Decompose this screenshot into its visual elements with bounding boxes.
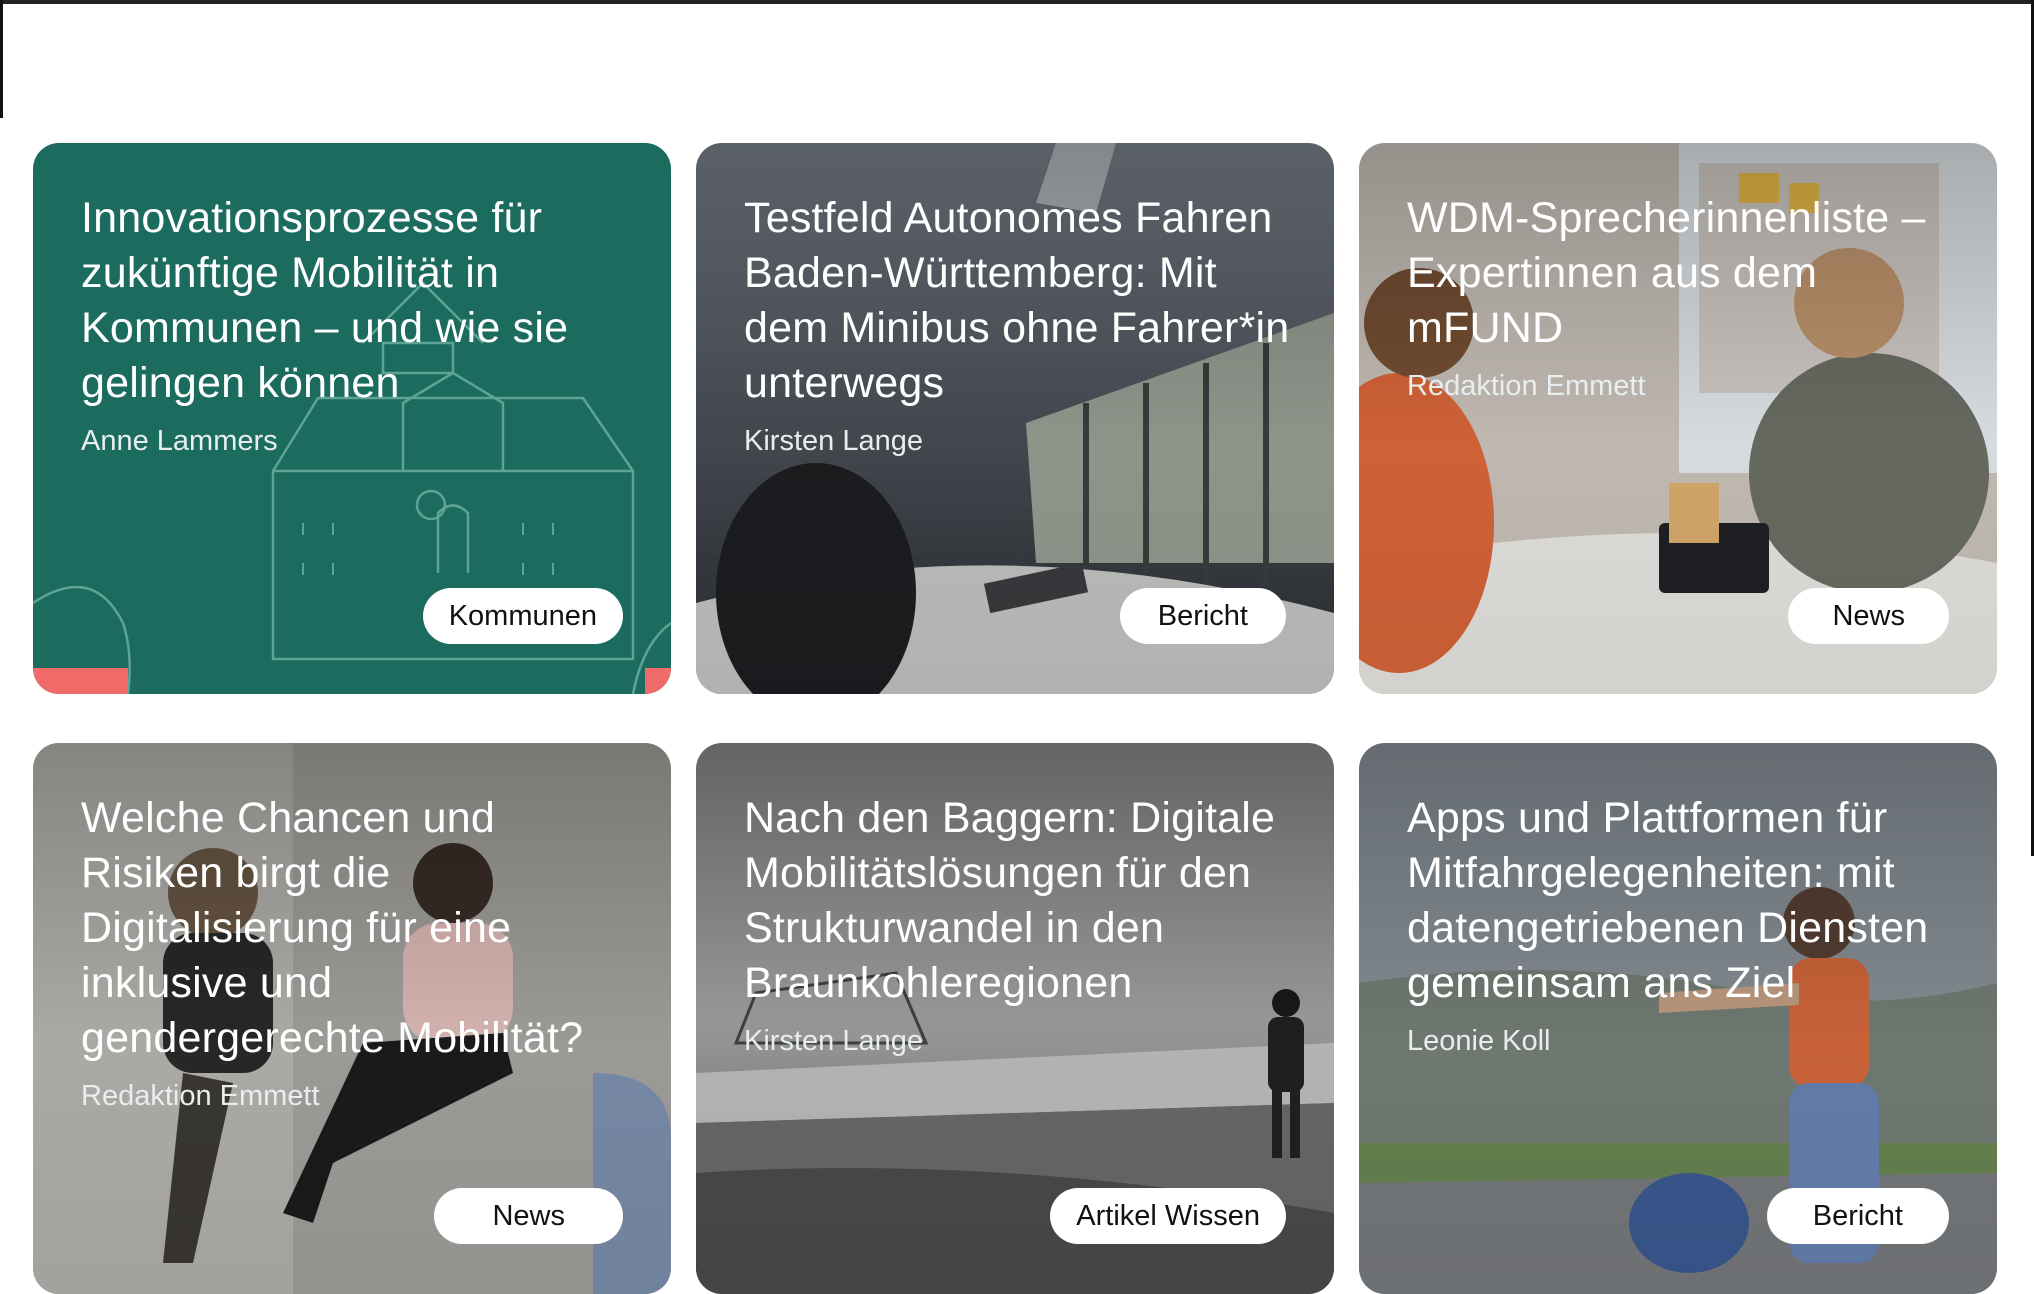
card-title[interactable]: WDM-Sprecherinnenliste – Expertinnen aus… [1407, 191, 1955, 356]
card-title[interactable]: Innovationsprozesse für zukünftige Mobil… [81, 191, 629, 411]
card-title[interactable]: Apps und Plattformen für Mitfahrgelegenh… [1407, 791, 1955, 1011]
card-title[interactable]: Testfeld Autonomes Fahren Baden-Württemb… [744, 191, 1292, 411]
category-tag-bericht[interactable]: Bericht [1119, 588, 1286, 644]
card-author: Kirsten Lange [744, 425, 923, 457]
category-tag-bericht[interactable]: Bericht [1766, 1188, 1949, 1244]
card-title[interactable]: Nach den Baggern: Digitale Mobilitätslös… [744, 791, 1292, 1011]
left-edge [0, 0, 3, 118]
card-author: Redaktion Emmett [1407, 370, 1646, 402]
card-author: Kirsten Lange [744, 1025, 923, 1057]
article-card-nach-den-baggern[interactable]: Nach den Baggern: Digitale Mobilitätslös… [696, 743, 1334, 1294]
category-tag-kommunen[interactable]: Kommunen [422, 588, 623, 644]
category-tag-news[interactable]: News [1788, 588, 1949, 644]
article-card-digitalisierung-mobilitaet[interactable]: Welche Chancen und Risiken birgt die Dig… [33, 743, 671, 1294]
category-tag-news[interactable]: News [434, 1188, 623, 1244]
article-card-innovationsprozesse[interactable]: Innovationsprozesse für zukünftige Mobil… [33, 143, 671, 694]
article-card-mitfahrgelegenheiten[interactable]: Apps und Plattformen für Mitfahrgelegenh… [1359, 743, 1997, 1294]
card-author: Redaktion Emmett [81, 1080, 320, 1112]
card-title[interactable]: Welche Chancen und Risiken birgt die Dig… [81, 791, 629, 1066]
top-border [0, 0, 2034, 4]
card-author: Leonie Koll [1407, 1025, 1551, 1057]
article-card-wdm-sprecherinnenliste[interactable]: WDM-Sprecherinnenliste – Expertinnen aus… [1359, 143, 1997, 694]
category-tag-artikel-wissen[interactable]: Artikel Wissen [1050, 1188, 1286, 1244]
article-grid: Innovationsprozesse für zukünftige Mobil… [33, 143, 1997, 1294]
card-author: Anne Lammers [81, 425, 278, 457]
article-card-testfeld[interactable]: Testfeld Autonomes Fahren Baden-Württemb… [696, 143, 1334, 694]
